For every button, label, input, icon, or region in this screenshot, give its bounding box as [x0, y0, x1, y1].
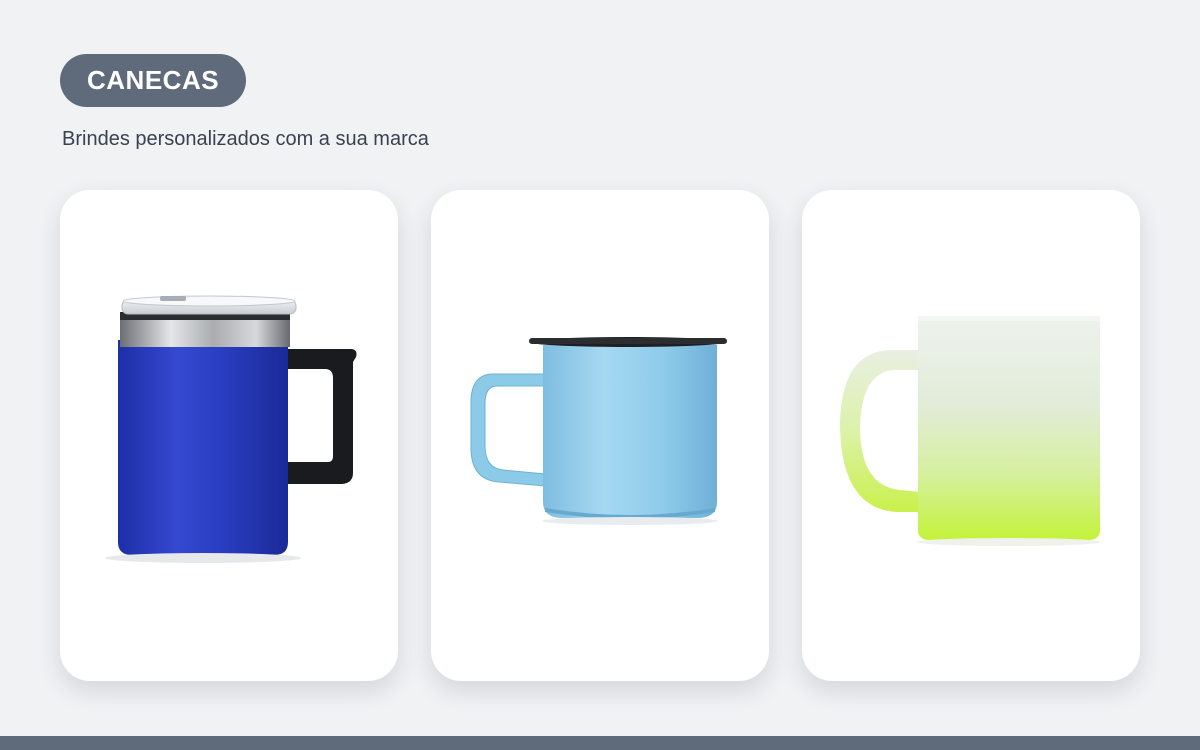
product-card-3[interactable]: [802, 190, 1140, 681]
product-grid: [60, 190, 1140, 681]
section-subtitle: Brindes personalizados com a sua marca: [62, 128, 429, 150]
product-card-1[interactable]: [60, 190, 398, 681]
product-card-2[interactable]: [431, 190, 769, 681]
enamel-mug-image: [470, 337, 727, 525]
category-badge: CANECAS: [60, 54, 247, 107]
footer-bar: [0, 736, 1200, 750]
blue-steel-mug-image: [105, 295, 357, 563]
frosted-glass-mug-image: [840, 316, 1101, 546]
